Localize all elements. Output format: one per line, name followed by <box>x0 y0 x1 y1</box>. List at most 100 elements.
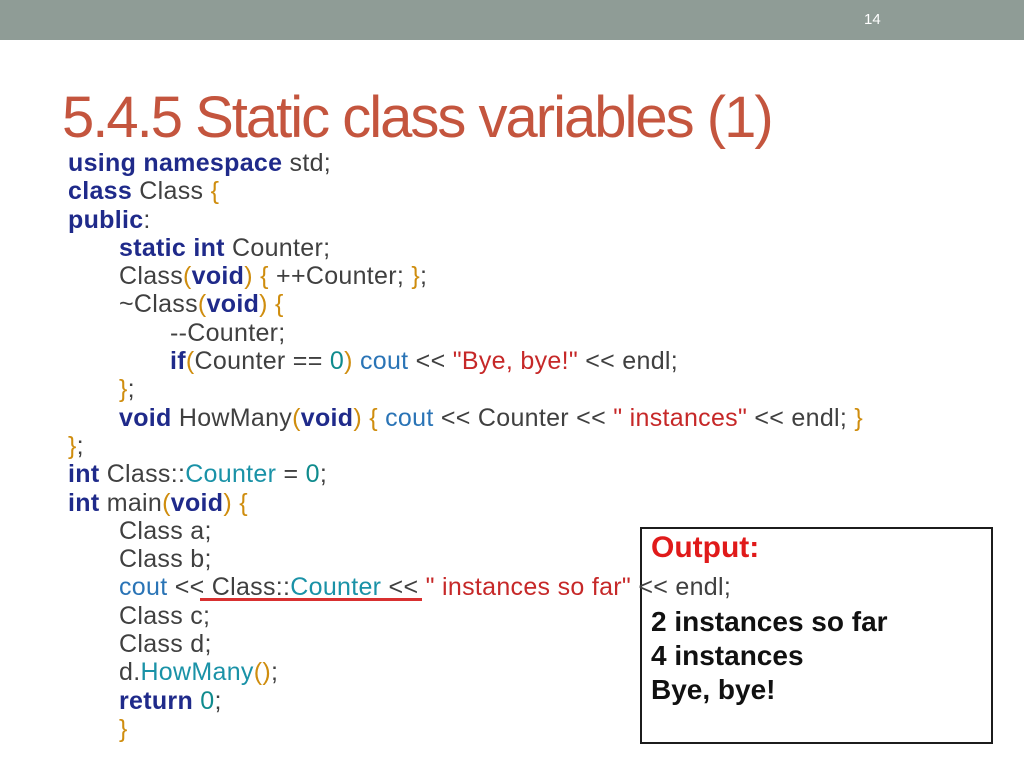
code-token: --Counter; <box>170 318 286 347</box>
code-token: << endl; <box>747 403 855 432</box>
code-token: void <box>206 290 260 319</box>
code-token: "Bye, bye!" <box>452 347 579 376</box>
code-token: std; <box>282 149 332 177</box>
code-token: main <box>99 488 163 517</box>
code-token: ; <box>214 686 222 715</box>
code-token: HowMany <box>171 403 293 432</box>
code-line: static int Counter; <box>68 234 948 262</box>
code-token: ( <box>197 290 207 319</box>
code-token: : <box>143 205 151 234</box>
code-token: () <box>253 658 271 687</box>
code-token: { <box>260 262 269 291</box>
code-line: Class(void) { ++Counter; }; <box>68 262 948 290</box>
code-token: Class <box>119 262 184 291</box>
code-token: Counter; <box>224 233 331 262</box>
code-line: if(Counter == 0) cout << "Bye, bye!" << … <box>68 347 948 375</box>
code-token: using namespace <box>68 149 283 177</box>
code-token: Class c; <box>119 601 211 630</box>
code-token: ) <box>344 347 353 376</box>
code-token: void <box>300 403 354 432</box>
code-token: Counter == <box>194 347 330 376</box>
code-token: ) <box>244 262 253 291</box>
code-token: ~Class <box>119 290 198 319</box>
code-token: return <box>119 686 194 715</box>
code-token: ; <box>76 431 84 460</box>
code-token: } <box>119 714 128 743</box>
code-token: 0 <box>305 460 320 489</box>
code-token: = <box>276 460 306 489</box>
code-line: ~Class(void) { <box>68 290 948 318</box>
code-token: Counter <box>185 460 277 489</box>
code-token: ; <box>420 262 428 291</box>
code-token: cout <box>119 573 168 602</box>
code-token: 0 <box>329 347 345 376</box>
code-token: static int <box>119 233 225 262</box>
code-token: { <box>210 177 220 206</box>
code-token: { <box>369 403 378 432</box>
code-token: ) <box>223 488 232 517</box>
code-token: Class a; <box>119 516 212 545</box>
code-token: << endl; <box>578 347 679 376</box>
code-token: Class <box>132 177 211 206</box>
code-line: }; <box>68 375 948 403</box>
code-token: Class b; <box>119 545 212 574</box>
code-token: if <box>170 347 186 376</box>
code-token: " instances so far" <box>425 573 632 602</box>
code-line: int Class::Counter = 0; <box>68 460 948 488</box>
code-token: ( <box>162 488 171 517</box>
code-token: ; <box>127 375 135 404</box>
code-token: { <box>239 488 248 517</box>
code-token: void <box>170 488 224 517</box>
code-line: Class d; <box>68 630 948 658</box>
code-token: ( <box>292 403 301 432</box>
code-line: return 0; <box>68 687 948 715</box>
code-line: void HowMany(void) { cout << Counter << … <box>68 404 948 432</box>
code-token: void <box>191 262 245 291</box>
code-token: int <box>68 460 100 489</box>
code-token: Class d; <box>119 630 212 659</box>
slide-title: 5.4.5 Static class variables (1) <box>62 85 774 150</box>
code-token: << endl; <box>631 573 732 602</box>
code-token: 0 <box>200 686 215 715</box>
code-token: { <box>275 290 284 319</box>
code-token: ) <box>259 290 268 319</box>
code-line: Class c; <box>68 602 948 630</box>
code-token: ) <box>353 403 362 432</box>
code-token: ( <box>183 262 192 291</box>
code-token: } <box>854 403 864 432</box>
code-token: int <box>68 488 100 517</box>
code-token: ( <box>185 347 195 376</box>
code-line: class Class { <box>68 177 948 205</box>
code-token: ; <box>319 460 328 489</box>
code-line: Class a; <box>68 517 948 545</box>
code-token: " instances" <box>613 403 748 432</box>
code-line: --Counter; <box>68 319 948 347</box>
code-token: void <box>119 403 172 432</box>
slide-number: 14 <box>864 11 881 28</box>
code-token: } <box>119 375 128 404</box>
code-token: HowMany <box>140 658 254 687</box>
code-token: Class:: <box>99 460 186 489</box>
code-token: << Counter << <box>433 403 614 432</box>
red-underline-annotation <box>200 598 422 601</box>
code-token: << <box>408 347 453 376</box>
code-token: public <box>68 205 144 234</box>
code-line: } <box>68 715 948 743</box>
code-token: d. <box>119 658 141 687</box>
code-token: ; <box>270 658 279 687</box>
code-token: class <box>68 177 133 206</box>
code-token: cout <box>385 403 434 432</box>
code-line: public: <box>68 206 948 234</box>
code-line: d.HowMany(); <box>68 658 948 686</box>
code-token: cout <box>359 347 409 376</box>
code-line: Class b; <box>68 545 948 573</box>
code-line: }; <box>68 432 948 460</box>
code-token: } <box>68 431 77 460</box>
code-token: ++Counter; <box>268 262 412 291</box>
code-line: using namespace std; <box>68 149 948 177</box>
code-token: } <box>411 262 421 291</box>
code-block: using namespace std; class Class {public:… <box>68 149 948 743</box>
code-line: int main(void) { <box>68 489 948 517</box>
